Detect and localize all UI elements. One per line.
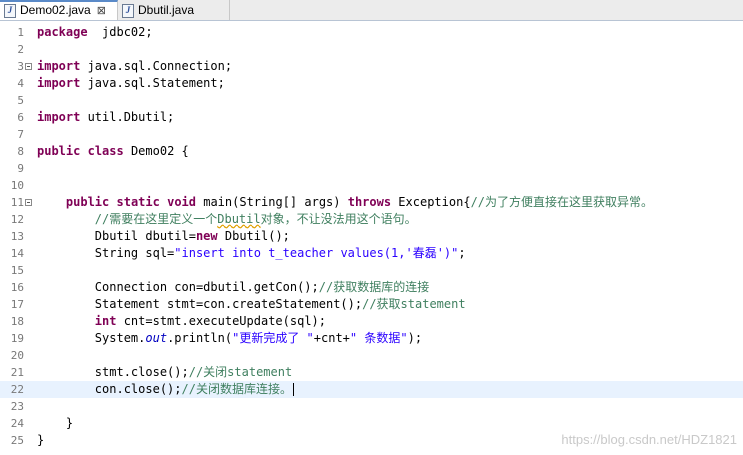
line-number: 3 [17, 60, 24, 73]
code-line[interactable]: 9 [0, 160, 743, 177]
line-number: 5 [17, 94, 24, 107]
code-line[interactable]: 8 public class Demo02 { [0, 143, 743, 160]
code-line[interactable]: 7 [0, 126, 743, 143]
code-text: //需要在这里定义一个Dbutil对象，不让没法用这个语句。 [94, 212, 417, 226]
line-number: 11 [10, 196, 24, 209]
line-number: 12 [10, 213, 24, 226]
line-number: 17 [10, 298, 24, 311]
java-file-icon: J [122, 3, 134, 18]
code-text: String sql="insert into t_teacher values… [37, 246, 466, 260]
code-line[interactable]: 16 Connection con=dbutil.getCon();//获取数据… [0, 279, 743, 296]
code-line[interactable]: 21 stmt.close();//关闭statement [0, 364, 743, 381]
code-line[interactable]: 10 [0, 177, 743, 194]
code-line[interactable]: 12 //需要在这里定义一个Dbutil对象，不让没法用这个语句。 [0, 211, 743, 228]
line-number: 4 [17, 77, 24, 90]
code-line[interactable]: 18 int cnt=stmt.executeUpdate(sql); [0, 313, 743, 330]
code-line[interactable]: 1 package jdbc02; [0, 24, 743, 41]
code-line[interactable]: 14 String sql="insert into t_teacher val… [0, 245, 743, 262]
line-number: 18 [10, 315, 24, 328]
fold-toggle-icon[interactable] [25, 199, 32, 206]
line-number: 24 [10, 417, 24, 430]
line-number: 13 [10, 230, 24, 243]
code-text: con.close();//关闭数据库连接。 [37, 382, 294, 396]
editor-tab-bar: J Demo02.java ⊠ J Dbutil.java [0, 0, 743, 21]
code-text: public static void main(String[] args) t… [65, 195, 654, 209]
code-line[interactable]: 4 import java.sql.Statement; [0, 75, 743, 92]
code-text: public class Demo02 { [37, 144, 189, 158]
code-editor[interactable]: 1 package jdbc02; 2 3 import java.sql.Connec… [0, 21, 743, 455]
code-text: import util.Dbutil; [37, 110, 175, 124]
code-line[interactable]: 24 } [0, 415, 743, 432]
line-number: 25 [10, 434, 24, 447]
code-line[interactable]: 20 [0, 347, 743, 364]
line-number: 10 [10, 179, 24, 192]
code-line[interactable]: 17 Statement stmt=con.createStatement();… [0, 296, 743, 313]
code-line[interactable]: 2 [0, 41, 743, 58]
line-number: 21 [10, 366, 24, 379]
line-number: 2 [17, 43, 24, 56]
tab-label: Dbutil.java [138, 3, 195, 17]
code-text: System.out.println("更新完成了 "+cnt+" 条数据"); [37, 331, 423, 345]
line-number: 8 [17, 145, 24, 158]
tab-dbutil[interactable]: J Dbutil.java [118, 0, 230, 20]
code-text: int cnt=stmt.executeUpdate(sql); [94, 314, 326, 328]
code-text: } [37, 433, 45, 447]
line-number: 7 [17, 128, 24, 141]
code-text: Connection con=dbutil.getCon();//获取数据库的连… [37, 280, 430, 294]
watermark: https://blog.csdn.net/HDZ1821 [561, 432, 737, 447]
code-text: } [37, 416, 74, 430]
code-line[interactable]: 11 public static void main(String[] args… [0, 194, 743, 211]
code-text: Dbutil dbutil=new Dbutil(); [37, 229, 290, 243]
code-line[interactable]: 15 [0, 262, 743, 279]
code-text: stmt.close();//关闭statement [37, 365, 293, 379]
code-line[interactable]: 5 [0, 92, 743, 109]
line-number: 1 [17, 26, 24, 39]
code-text: Statement stmt=con.createStatement();//获… [37, 297, 466, 311]
text-caret [292, 383, 294, 396]
code-text: import java.sql.Statement; [37, 76, 225, 90]
code-line[interactable]: 3 import java.sql.Connection; [0, 58, 743, 75]
tab-demo02[interactable]: J Demo02.java ⊠ [0, 0, 118, 20]
tab-label: Demo02.java [20, 3, 91, 17]
line-number: 23 [10, 400, 24, 413]
line-number: 6 [17, 111, 24, 124]
line-number: 14 [10, 247, 24, 260]
line-number: 9 [17, 162, 24, 175]
line-number: 22 [10, 383, 24, 396]
code-line[interactable]: 19 System.out.println("更新完成了 "+cnt+" 条数据… [0, 330, 743, 347]
code-text: import java.sql.Connection; [37, 59, 233, 73]
line-number: 16 [10, 281, 24, 294]
code-line[interactable]: 6 import util.Dbutil; [0, 109, 743, 126]
code-line[interactable]: 13 Dbutil dbutil=new Dbutil(); [0, 228, 743, 245]
line-number: 19 [10, 332, 24, 345]
line-number: 15 [10, 264, 24, 277]
code-line[interactable]: 23 [0, 398, 743, 415]
code-line[interactable]: 22 con.close();//关闭数据库连接。 [0, 381, 743, 398]
java-file-icon: J [4, 3, 16, 18]
code-text: package jdbc02; [37, 25, 153, 39]
line-number: 20 [10, 349, 24, 362]
fold-toggle-icon[interactable] [25, 63, 32, 70]
close-tab-icon[interactable]: ⊠ [97, 5, 106, 17]
